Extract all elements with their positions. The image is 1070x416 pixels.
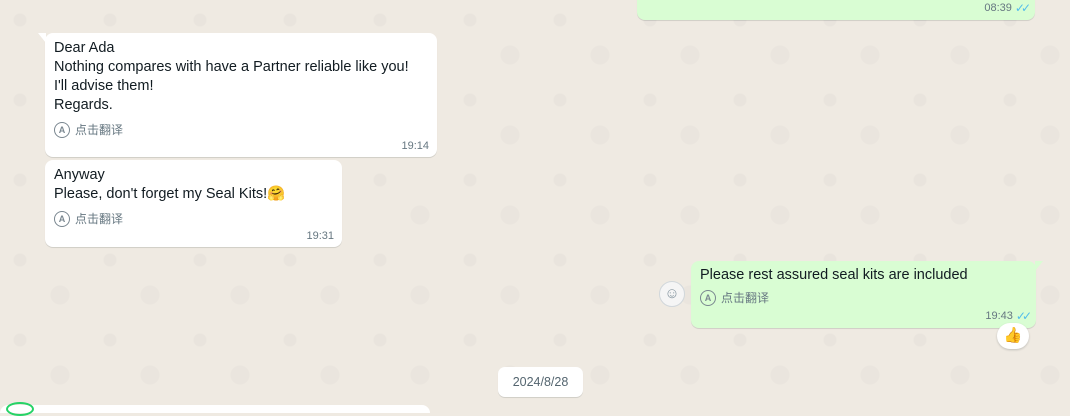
translate-icon: A <box>54 210 70 227</box>
smiley-icon[interactable]: ☺ <box>659 281 685 307</box>
translate-button[interactable]: A 点击翻译 <box>54 121 428 138</box>
date-divider: 2024/8/28 <box>498 367 583 397</box>
translate-label: 点击翻译 <box>721 291 770 305</box>
outgoing-message-bubble[interactable]: 08:39 ✓✓ <box>637 0 1035 20</box>
message-time: 08:39 <box>984 2 1012 14</box>
message-text: Anyway Please, don't forget my Seal Kits… <box>54 166 333 204</box>
translate-icon: A <box>700 289 716 306</box>
incoming-message-bubble[interactable]: Anyway Please, don't forget my Seal Kits… <box>45 160 342 247</box>
translate-label: 点击翻译 <box>75 212 124 226</box>
message-text-content: Anyway Please, don't forget my Seal Kits… <box>54 167 268 202</box>
status-icon <box>6 402 34 416</box>
message-meta: 19:31 <box>306 230 334 242</box>
incoming-message-bubble[interactable]: Dear Ada Nothing compares with have a Pa… <box>38 33 437 157</box>
message-meta: 19:43 ✓✓ <box>985 309 1032 323</box>
thumbs-up-reaction[interactable]: 👍 <box>997 323 1029 349</box>
translate-icon: A <box>54 121 70 138</box>
message-time: 19:31 <box>306 230 334 242</box>
message-meta: 08:39 ✓✓ <box>984 1 1031 15</box>
translate-label: 点击翻译 <box>75 123 124 137</box>
message-text: Please rest assured seal kits are includ… <box>700 267 968 283</box>
double-check-icon: ✓✓ <box>1014 1 1031 15</box>
double-check-icon: ✓✓ <box>1015 309 1032 323</box>
translate-button[interactable]: A 点击翻译 <box>700 289 1027 306</box>
next-message-bubble[interactable] <box>0 405 430 413</box>
translate-button[interactable]: A 点击翻译 <box>54 210 333 227</box>
message-text: Dear Ada Nothing compares with have a Pa… <box>54 40 409 113</box>
message-meta: 19:14 <box>401 140 429 152</box>
message-time: 19:43 <box>985 310 1013 322</box>
outgoing-message-bubble[interactable]: Please rest assured seal kits are includ… <box>691 261 1043 328</box>
message-time: 19:14 <box>401 140 429 152</box>
hugging-face-emoji: 🤗 <box>267 186 286 202</box>
